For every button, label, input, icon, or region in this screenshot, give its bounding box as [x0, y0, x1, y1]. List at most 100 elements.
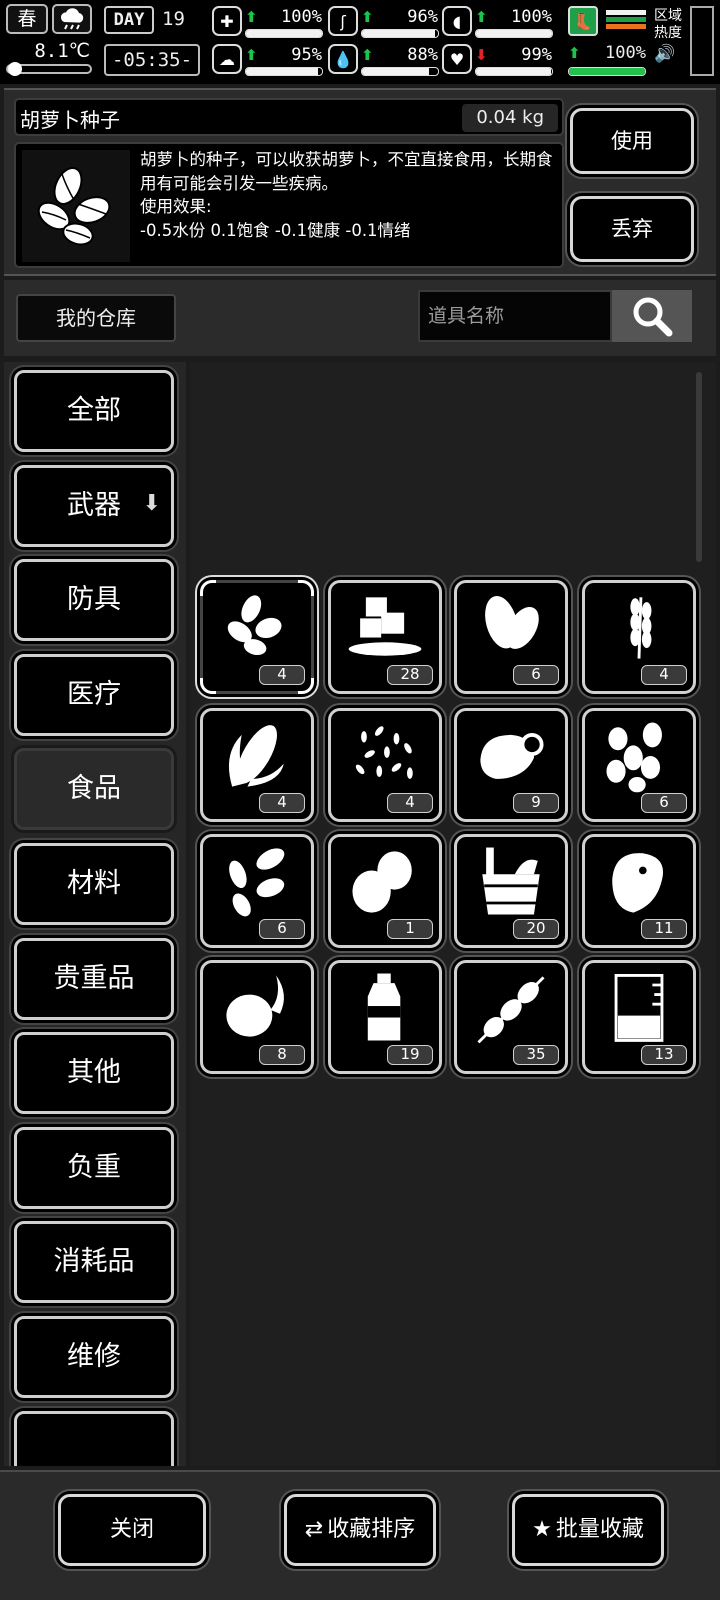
selection-corner: [298, 678, 314, 694]
use-button[interactable]: 使用: [570, 108, 694, 174]
favorite-sort-button[interactable]: ⇄ 收藏排序: [284, 1494, 436, 1566]
temperature-value: 8.1℃: [34, 40, 90, 62]
inventory-item-slot[interactable]: 9: [454, 708, 568, 822]
warehouse-header: 我的仓库 道具名称: [4, 280, 716, 356]
grid-scrollbar[interactable]: [696, 372, 702, 562]
category-tab[interactable]: 武器 ⬇: [14, 464, 174, 547]
category-label: 武器: [67, 489, 121, 521]
inventory-item-slot[interactable]: 35: [454, 960, 568, 1074]
stat-percent: 100%: [281, 7, 322, 27]
category-label: 材料: [67, 868, 121, 899]
category-label: 防具: [67, 584, 121, 616]
medkit-icon: ✚: [212, 6, 242, 36]
category-tab[interactable]: 防具: [14, 559, 174, 642]
zone-heat[interactable]: 区域热度 🔊: [654, 8, 684, 63]
trend-down-icon: ⬇: [475, 46, 488, 64]
zone-heat-label: 区域热度: [654, 8, 682, 41]
category-tab[interactable]: 维修: [14, 1316, 174, 1398]
stomach-icon: ʃ: [328, 6, 358, 36]
weather-icon: [52, 4, 92, 34]
category-tab[interactable]: 全部: [14, 370, 174, 452]
category-tab[interactable]: 消耗品: [14, 1221, 174, 1304]
item-count: 6: [513, 665, 559, 685]
meat-bone-icon: [465, 715, 557, 795]
inventory-item-slot[interactable]: 6: [200, 834, 314, 948]
category-tab[interactable]: 贵重品: [14, 937, 174, 1020]
close-button[interactable]: 关闭: [58, 1494, 206, 1566]
season-badge: 春: [6, 4, 48, 34]
category-tab[interactable]: [14, 1410, 174, 1466]
inventory-item-slot[interactable]: 28: [328, 580, 442, 694]
trend-up-icon: ⬆: [361, 46, 374, 64]
item-count: 4: [259, 793, 305, 813]
search-input[interactable]: 道具名称: [418, 290, 612, 342]
category-sidebar[interactable]: 全部武器 ⬇ 防具医疗食品材料贵重品其他负重消耗品维修: [4, 362, 186, 1466]
thermometer-icon: [8, 62, 22, 76]
stat-brain: ☁ ⬆ 95%: [212, 42, 324, 78]
inventory-item-slot[interactable]: 4: [200, 580, 314, 694]
category-label: 维修: [67, 1341, 121, 1372]
stat-percent: 96%: [407, 7, 438, 27]
status-bar: 春 8.1℃ DAY 19 -05:35- ✚ ⬆ 100% ʃ ⬆ 96% ◖ ⬆ 100% ☁…: [0, 0, 720, 84]
inventory-item-slot[interactable]: 20: [454, 834, 568, 948]
category-tab[interactable]: 食品: [14, 748, 174, 831]
item-count: 1: [387, 919, 433, 939]
item-count: 19: [387, 1045, 433, 1065]
bottom-action-bar: 关闭 ⇄ 收藏排序 ★ 批量收藏: [0, 1470, 720, 1600]
star-icon: ★: [532, 1517, 552, 1542]
category-tab[interactable]: 材料: [14, 843, 174, 925]
speaker-icon[interactable]: 🔊: [654, 46, 684, 63]
stat-bar: [245, 29, 323, 38]
stat-hunger: ʃ ⬆ 96%: [328, 4, 440, 40]
stat-bar: [475, 67, 553, 76]
item-count: 35: [513, 1045, 559, 1065]
beans-icon: [465, 587, 557, 667]
category-label: 其他: [67, 1057, 121, 1089]
stamina-stat: 👢 ⬆ 100%: [566, 4, 646, 78]
rice-grains-icon: [339, 715, 431, 795]
peanuts-icon: [593, 715, 685, 795]
discard-button[interactable]: 丢弃: [570, 196, 694, 262]
stat-bar: [475, 29, 553, 38]
onion-icon: [211, 967, 303, 1047]
inventory-item-slot[interactable]: 1: [328, 834, 442, 948]
inventory-item-slot[interactable]: 4: [328, 708, 442, 822]
inventory-item-slot[interactable]: 19: [328, 960, 442, 1074]
item-count: 13: [641, 1045, 687, 1065]
stamina-percent: 100%: [605, 43, 646, 63]
inventory-item-slot[interactable]: 6: [454, 580, 568, 694]
search-icon[interactable]: [612, 290, 692, 342]
inventory-item-slot[interactable]: 6: [582, 708, 696, 822]
water-bottle-icon: [339, 967, 431, 1047]
category-label: 食品: [67, 773, 121, 805]
water-drop-icon: 💧: [328, 44, 358, 74]
category-tab[interactable]: 其他: [14, 1032, 174, 1115]
day-counter: DAY 19: [104, 4, 200, 36]
stat-health: ✚ ⬆ 100%: [212, 4, 324, 40]
batch-favorite-button[interactable]: ★ 批量收藏: [512, 1494, 664, 1566]
inventory-item-slot[interactable]: 13: [582, 960, 696, 1074]
item-description: 胡萝卜的种子，可以收获胡萝卜，不宜直接食用，长期食用有可能会引发一些疾病。: [140, 150, 553, 193]
item-grid[interactable]: 4 28 6 4 4 4 9 6 6 1 20 11 8 19 35 13: [190, 362, 716, 1466]
item-detail-panel: 胡萝卜种子 0.04 kg 胡萝卜的种子，可以收获胡萝卜，不宜直接食用，长期食用…: [4, 88, 716, 276]
batch-favorite-label: 批量收藏: [555, 1517, 644, 1542]
carrot-seeds-icon: [211, 587, 303, 667]
item-count: 4: [641, 665, 687, 685]
heart-icon: ♥: [442, 44, 472, 74]
category-tab[interactable]: 医疗: [14, 653, 174, 736]
temperature-gauge: 8.1℃: [6, 38, 92, 78]
swap-arrows-icon: ⇄: [304, 1517, 324, 1542]
inventory-item-slot[interactable]: 11: [582, 834, 696, 948]
inventory-item-slot[interactable]: 8: [200, 960, 314, 1074]
inventory-item-slot[interactable]: 4: [582, 580, 696, 694]
trend-up-icon: ⬆: [245, 8, 258, 26]
category-tab[interactable]: 负重: [14, 1126, 174, 1209]
bucket-icon: [465, 841, 557, 921]
zone-heat-meter: [690, 6, 714, 76]
item-name-bar: 胡萝卜种子 0.04 kg: [14, 98, 564, 136]
inventory-item-slot[interactable]: 4: [200, 708, 314, 822]
item-count: 11: [641, 919, 687, 939]
my-warehouse-tab[interactable]: 我的仓库: [16, 294, 176, 342]
boot-icon: 👢: [568, 6, 598, 36]
item-name: 胡萝卜种子: [20, 108, 120, 132]
